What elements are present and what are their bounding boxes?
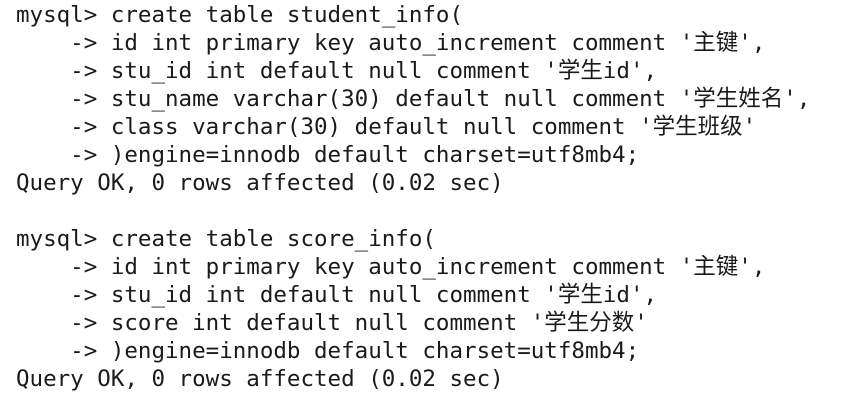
terminal-line: Query OK, 0 rows affected (0.02 sec) <box>16 366 504 392</box>
terminal-line: -> )engine=innodb default charset=utf8mb… <box>16 338 640 364</box>
terminal-line: mysql> create table score_info( <box>16 226 436 252</box>
terminal-line: Query OK, 0 rows affected (0.02 sec) <box>16 170 504 196</box>
terminal-output[interactable]: mysql> create table student_info( -> id … <box>0 0 868 402</box>
terminal-line: -> stu_name varchar(30) default null com… <box>16 86 811 112</box>
terminal-line: -> id int primary key auto_increment com… <box>16 254 766 280</box>
terminal-line: -> stu_id int default null comment '学生id… <box>16 58 658 84</box>
terminal-line: -> class varchar(30) default null commen… <box>16 114 757 140</box>
terminal-line: -> id int primary key auto_increment com… <box>16 30 766 56</box>
terminal-line: -> score int default null comment '学生分数' <box>16 310 648 336</box>
terminal-line: mysql> create table student_info( <box>16 2 464 28</box>
terminal-line: -> )engine=innodb default charset=utf8mb… <box>16 142 640 168</box>
terminal-line: -> stu_id int default null comment '学生id… <box>16 282 658 308</box>
